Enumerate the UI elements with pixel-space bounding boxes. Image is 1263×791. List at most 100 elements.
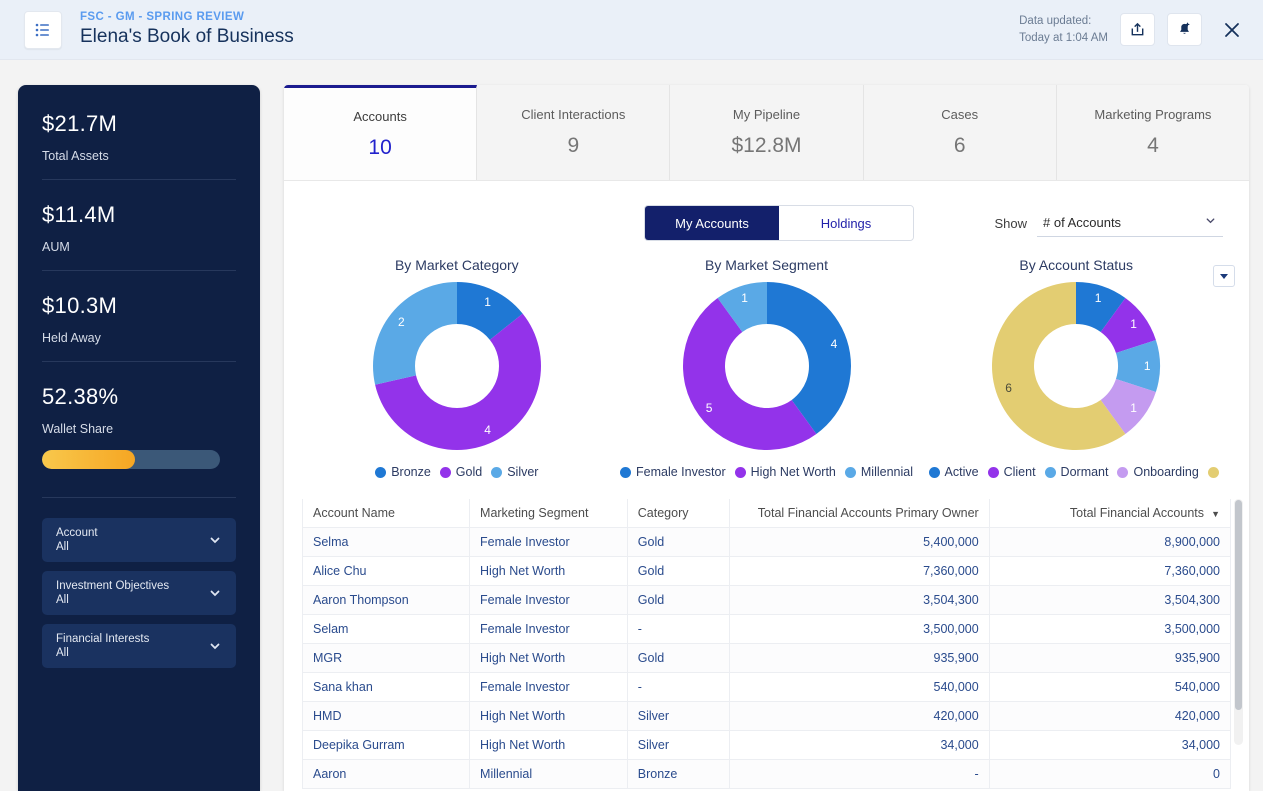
table-cell: 420,000 [989, 702, 1230, 731]
accounts-holdings-toggle: My Accounts Holdings [644, 205, 914, 241]
filter-value: All [56, 540, 208, 554]
legend-item[interactable]: Female Investor [620, 465, 726, 479]
legend-item[interactable]: Bronze [375, 465, 431, 479]
table-cell: Gold [627, 644, 729, 673]
table-cell: Millennial [470, 760, 628, 789]
table-cell: - [627, 615, 729, 644]
table-column-header[interactable]: Total Financial Accounts▼ [989, 499, 1230, 528]
table-cell: 34,000 [989, 731, 1230, 760]
main-panel: Accounts10Client Interactions9My Pipelin… [284, 85, 1249, 791]
table-cell: Gold [627, 557, 729, 586]
table-column-header[interactable]: Total Financial Accounts Primary Owner [729, 499, 989, 528]
table-row[interactable]: SelamFemale Investor-3,500,0003,500,000 [303, 615, 1231, 644]
filter-financial-interests[interactable]: Financial Interests All [42, 624, 236, 668]
sort-descending-icon[interactable]: ▼ [1211, 509, 1220, 519]
kpi-card-wallet-share: 52.38% Wallet Share [42, 362, 236, 479]
tab-accounts[interactable]: Accounts10 [284, 85, 477, 180]
tab-label: My Pipeline [733, 107, 800, 122]
table-row[interactable]: SelmaFemale InvestorGold5,400,0008,900,0… [303, 528, 1231, 557]
table-cell: 34,000 [729, 731, 989, 760]
table-row[interactable]: Sana khanFemale Investor-540,000540,000 [303, 673, 1231, 702]
table-row[interactable]: Aaron ThompsonFemale InvestorGold3,504,3… [303, 586, 1231, 615]
legend-item[interactable]: Millennial [845, 465, 913, 479]
legend-label: Client [1004, 465, 1036, 479]
chart-area: My Accounts Holdings Show # of Accounts [284, 205, 1249, 479]
legend-color-swatch [845, 467, 856, 478]
filter-account[interactable]: Account All [42, 518, 236, 562]
table-column-header[interactable]: Category [627, 499, 729, 528]
table-row[interactable]: MGRHigh Net WorthGold935,900935,900 [303, 644, 1231, 673]
accounts-table-wrapper: Account NameMarketing SegmentCategoryTot… [302, 499, 1231, 789]
legend-item[interactable]: Onboarding [1117, 465, 1198, 479]
chart-legend: Bronze Gold Silver [375, 465, 538, 479]
table-cell: Gold [627, 586, 729, 615]
tab-my-pipeline[interactable]: My Pipeline$12.8M [670, 85, 863, 180]
legend-item[interactable]: High Net Worth [735, 465, 836, 479]
donut-graphic: 142 [372, 281, 542, 451]
legend-label: Dormant [1061, 465, 1109, 479]
chart-title: By Market Segment [705, 257, 828, 273]
legend-item[interactable] [1208, 467, 1224, 478]
legend-item[interactable]: Active [929, 465, 979, 479]
show-label: Show [994, 216, 1027, 231]
donut-chart-2: By Market Segment451Female InvestorHigh … [612, 257, 922, 479]
breadcrumb-eyebrow[interactable]: FSC - GM - SPRING REVIEW [80, 11, 294, 23]
data-updated-time: Today at 1:04 AM [1019, 30, 1108, 47]
list-icon[interactable] [24, 11, 62, 49]
legend-label: Gold [456, 465, 482, 479]
header-actions: Data updated: Today at 1:04 AM [1019, 13, 1249, 46]
table-cell: HMD [303, 702, 470, 731]
filter-label: Account [56, 526, 208, 540]
table-row[interactable]: HMDHigh Net WorthSilver420,000420,000 [303, 702, 1231, 731]
data-updated-text: Data updated: Today at 1:04 AM [1019, 13, 1108, 46]
bell-add-icon[interactable] [1167, 13, 1202, 46]
table-cell: Silver [627, 731, 729, 760]
chevron-down-icon [208, 586, 222, 600]
table-head: Account NameMarketing SegmentCategoryTot… [303, 499, 1231, 528]
donut-graphic: 11116 [991, 281, 1161, 451]
legend-item[interactable]: Client [988, 465, 1036, 479]
chart-title: By Market Category [395, 257, 519, 273]
table-cell: Selma [303, 528, 470, 557]
table-row[interactable]: Deepika GurramHigh Net WorthSilver34,000… [303, 731, 1231, 760]
show-select[interactable]: # of Accounts [1037, 209, 1223, 237]
legend-item[interactable]: Dormant [1045, 465, 1109, 479]
close-icon[interactable] [1214, 13, 1249, 46]
tab-cases[interactable]: Cases6 [864, 85, 1057, 180]
accounts-table: Account NameMarketing SegmentCategoryTot… [302, 499, 1231, 789]
table-scrollbar-thumb[interactable] [1235, 500, 1242, 710]
tab-value: 10 [368, 136, 391, 160]
table-cell: 7,360,000 [729, 557, 989, 586]
table-scrollbar[interactable] [1234, 499, 1243, 745]
breadcrumb: FSC - GM - SPRING REVIEW Elena's Book of… [80, 11, 294, 48]
filter-value: All [56, 593, 208, 607]
legend-item[interactable]: Silver [491, 465, 538, 479]
donut-slice[interactable] [373, 282, 457, 385]
table-row[interactable]: Alice ChuHigh Net WorthGold7,360,0007,36… [303, 557, 1231, 586]
data-updated-label: Data updated: [1019, 13, 1108, 30]
table-cell: Female Investor [470, 673, 628, 702]
chevron-down-icon [208, 639, 222, 653]
table-cell: Aaron [303, 760, 470, 789]
kpi-card-held-away: $10.3M Held Away [42, 271, 236, 362]
table-cell: High Net Worth [470, 731, 628, 760]
show-control: Show # of Accounts [994, 209, 1223, 237]
donut-chart-3: By Account Status11116ActiveClientDorman… [921, 257, 1231, 479]
dashboard-page: FSC - GM - SPRING REVIEW Elena's Book of… [0, 0, 1263, 791]
filter-investment-objectives[interactable]: Investment Objectives All [42, 571, 236, 615]
table-cell: Silver [627, 702, 729, 731]
toggle-holdings[interactable]: Holdings [779, 206, 913, 240]
table-row[interactable]: AaronMillennialBronze-0 [303, 760, 1231, 789]
legend-color-swatch [375, 467, 386, 478]
table-column-header[interactable]: Account Name [303, 499, 470, 528]
filter-value: All [56, 646, 208, 660]
kpi-label: AUM [42, 240, 236, 254]
tab-client-interactions[interactable]: Client Interactions9 [477, 85, 670, 180]
share-icon[interactable] [1120, 13, 1155, 46]
legend-item[interactable]: Gold [440, 465, 482, 479]
table-cell: 935,900 [729, 644, 989, 673]
filter-label: Financial Interests [56, 632, 208, 646]
tab-marketing-programs[interactable]: Marketing Programs4 [1057, 85, 1249, 180]
toggle-my-accounts[interactable]: My Accounts [645, 206, 779, 240]
table-column-header[interactable]: Marketing Segment [470, 499, 628, 528]
